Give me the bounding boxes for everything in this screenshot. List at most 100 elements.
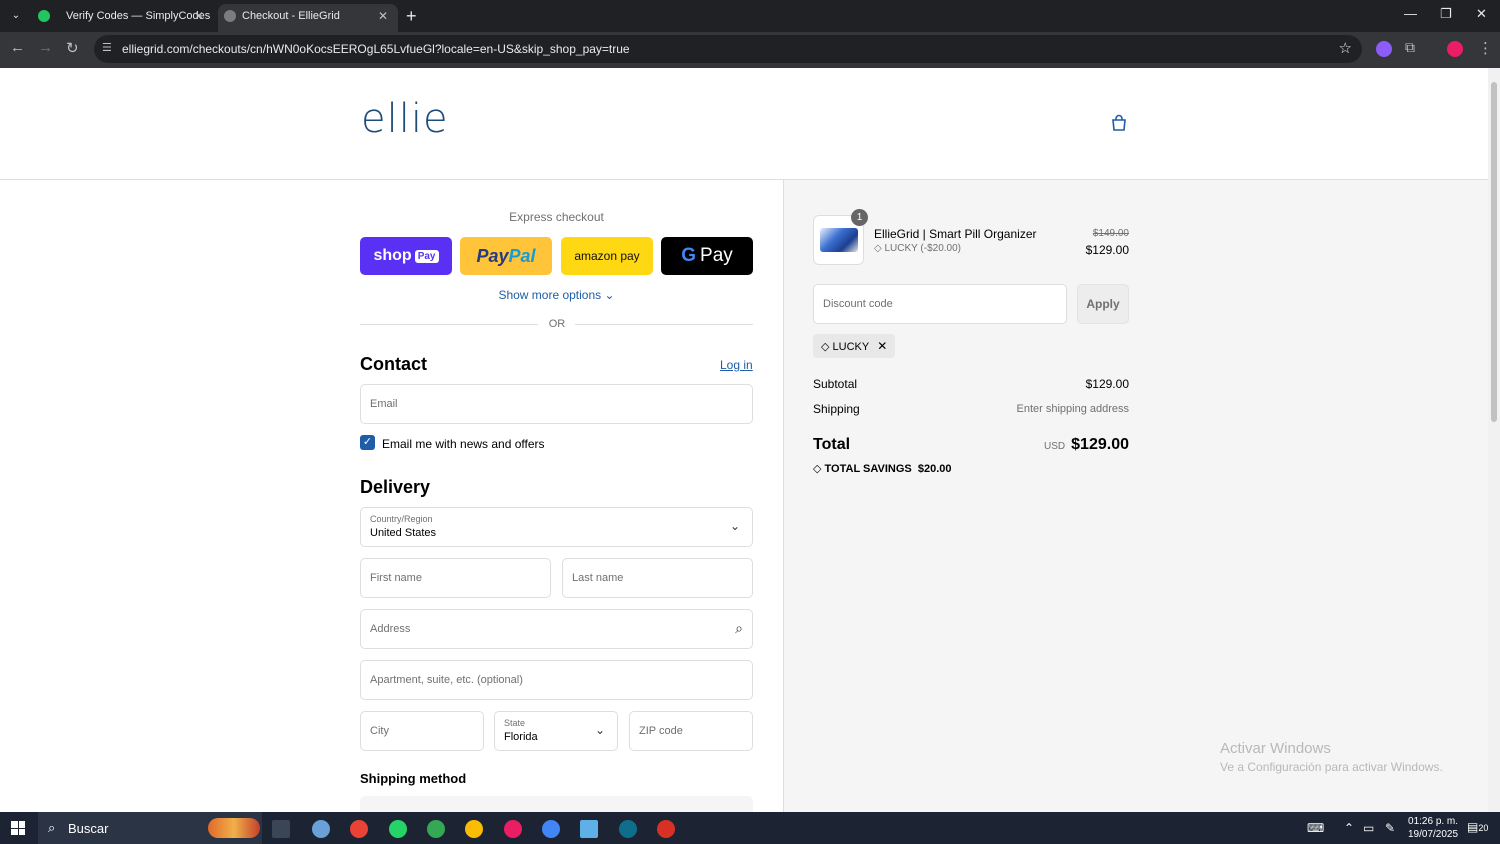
restore-icon[interactable]: ❐ — [1440, 6, 1452, 22]
tab-label: Verify Codes — SimplyCodes — [66, 10, 211, 22]
discount-code-input[interactable]: Discount code — [813, 284, 1067, 324]
ellie-logo[interactable]: ellie — [361, 96, 449, 142]
zip-field[interactable]: ZIP code — [629, 711, 753, 751]
express-checkout-title: Express checkout — [509, 210, 604, 224]
discounted-price: $129.00 — [1085, 243, 1129, 257]
total-savings: ◇ TOTAL SAVINGS $20.00 — [813, 463, 952, 475]
windows-activation-subtext: Ve a Configuración para activar Windows. — [1220, 760, 1443, 774]
taskbar-clock[interactable]: 01:26 p. m. 19/07/2025 — [1408, 815, 1458, 841]
kebab-menu-icon[interactable]: ⋮ — [1478, 39, 1493, 57]
order-summary-panel — [783, 180, 1488, 812]
google-pay-button[interactable]: G Pay — [661, 237, 753, 275]
taskbar-search[interactable]: ⌕ Buscar — [38, 812, 262, 844]
subtotal-value: $129.00 — [1085, 377, 1129, 391]
tab-label: Checkout - EllieGrid — [242, 10, 340, 22]
tag-icon: ◇ — [813, 463, 825, 475]
whatsapp-icon[interactable] — [389, 820, 407, 838]
vpn-icon[interactable] — [619, 820, 637, 838]
chrome-profile-icon[interactable] — [465, 820, 483, 838]
state-select[interactable]: State Florida ⌄ — [494, 711, 618, 751]
notes-icon[interactable] — [580, 820, 598, 838]
tag-icon: ◇ — [821, 341, 833, 353]
shopping-bag-icon[interactable] — [1110, 114, 1128, 132]
chrome-profile-icon[interactable] — [657, 820, 675, 838]
shop-pay-button[interactable]: shop Pay — [360, 237, 452, 275]
country-select[interactable]: Country/Region United States ⌄ — [360, 507, 753, 547]
extension-icon[interactable] — [1376, 41, 1392, 57]
notification-icon[interactable]: ▤20 — [1467, 820, 1488, 834]
tag-icon: ◇ — [874, 243, 885, 254]
paypal-button[interactable]: Pay Pal — [460, 237, 552, 275]
profile-avatar[interactable] — [1447, 41, 1463, 57]
close-tab-icon[interactable]: ✕ — [378, 4, 388, 28]
pen-icon[interactable]: ✎ — [1385, 821, 1395, 835]
chrome-profile-icon[interactable] — [542, 820, 560, 838]
back-arrow-icon[interactable]: ← — [10, 39, 25, 56]
shipping-method-box — [360, 796, 753, 812]
chrome-icon[interactable] — [350, 820, 368, 838]
shipping-value: Enter shipping address — [1016, 403, 1129, 415]
page-scrollbar[interactable] — [1488, 68, 1500, 812]
browser-toolbar: ← → ↻ ☰ elliegrid.com/checkouts/cn/hWN0o… — [0, 32, 1500, 68]
chrome-profile-icon[interactable] — [427, 820, 445, 838]
address-bar[interactable]: ☰ elliegrid.com/checkouts/cn/hWN0oKocsEE… — [94, 35, 1362, 63]
search-icon: ⌕ — [48, 820, 56, 835]
total-label: Total — [813, 436, 851, 453]
log-in-link[interactable]: Log in — [720, 358, 753, 372]
google-g-icon: G — [681, 245, 697, 266]
tab-simplycodes[interactable]: Verify Codes — SimplyCodes ✕ — [28, 4, 214, 32]
divider — [360, 324, 538, 325]
chevron-down-icon: ⌄ — [729, 519, 740, 533]
show-more-options-link[interactable]: Show more options ⌄ — [360, 288, 753, 302]
amazon-pay-button[interactable]: amazon pay — [561, 237, 653, 275]
city-field[interactable]: City — [360, 711, 484, 751]
remove-discount-icon[interactable]: ✕ — [877, 339, 887, 353]
keyboard-icon[interactable]: ⌨ — [1307, 821, 1324, 835]
original-price: $149.00 — [1092, 228, 1129, 239]
close-tab-icon[interactable]: ✕ — [194, 4, 204, 28]
chrome-profile-icon[interactable] — [504, 820, 522, 838]
reload-icon[interactable]: ↻ — [66, 39, 79, 57]
windows-start-icon[interactable] — [11, 821, 25, 835]
delivery-heading: Delivery — [360, 477, 431, 497]
network-icon[interactable]: ▭ — [1363, 821, 1374, 835]
minimize-icon[interactable]: — — [1404, 6, 1417, 21]
tray-chevron-icon[interactable]: ⌃ — [1344, 821, 1354, 835]
apartment-field[interactable]: Apartment, suite, etc. (optional) — [360, 660, 753, 700]
newsletter-label: Email me with news and offers — [382, 437, 545, 451]
search-highlight-image — [208, 818, 260, 838]
subtotal-label: Subtotal — [813, 377, 858, 391]
shipping-method-heading: Shipping method — [360, 771, 467, 786]
scrollbar-thumb[interactable] — [1491, 82, 1497, 422]
checkout-page: ellie Express checkout shop Pay Pay Pal am… — [0, 68, 1488, 812]
shipping-label: Shipping — [813, 402, 860, 416]
task-view-icon[interactable] — [272, 820, 290, 838]
forward-arrow-icon[interactable]: → — [38, 39, 53, 56]
url-text[interactable]: elliegrid.com/checkouts/cn/hWN0oKocsEERO… — [122, 42, 630, 56]
new-tab-plus-icon[interactable]: + — [406, 4, 417, 28]
globe-favicon-icon — [224, 10, 236, 22]
newsletter-checkbox[interactable]: ✓ — [360, 435, 375, 450]
close-window-icon[interactable]: ✕ — [1476, 6, 1487, 22]
bookmark-star-icon[interactable]: ☆ — [1339, 39, 1352, 57]
first-name-field[interactable]: First name — [360, 558, 551, 598]
last-name-field[interactable]: Last name — [562, 558, 753, 598]
puzzle-extensions-icon[interactable]: ⧉ — [1405, 39, 1415, 56]
site-info-icon[interactable]: ☰ — [102, 41, 112, 54]
apply-button[interactable]: Apply — [1077, 284, 1129, 324]
windows-taskbar: ⌕ Buscar ⌨ ⌃ ▭ ✎ 01:26 p. m. 19/07/2025 … — [0, 812, 1500, 844]
address-field[interactable]: Address ⌕ — [360, 609, 753, 649]
app-icon[interactable] — [312, 820, 330, 838]
tab-bar: ⌄ Verify Codes — SimplyCodes ✕ Checkout … — [0, 0, 1500, 32]
windows-activation-watermark: Activar Windows — [1220, 740, 1331, 757]
search-icon: ⌕ — [735, 620, 743, 636]
divider — [575, 324, 753, 325]
contact-heading: Contact — [360, 354, 427, 374]
product-discount: ◇ LUCKY (-$20.00) — [874, 243, 961, 254]
simplycodes-favicon-icon — [38, 10, 50, 22]
tab-search-chevron-icon[interactable]: ⌄ — [6, 7, 26, 25]
email-field[interactable]: Email — [360, 384, 753, 424]
total-value: USD $129.00 — [1044, 436, 1129, 453]
tab-checkout[interactable]: Checkout - EllieGrid ✕ — [218, 4, 398, 32]
applied-discount-tag: ◇ LUCKY ✕ — [813, 334, 896, 358]
